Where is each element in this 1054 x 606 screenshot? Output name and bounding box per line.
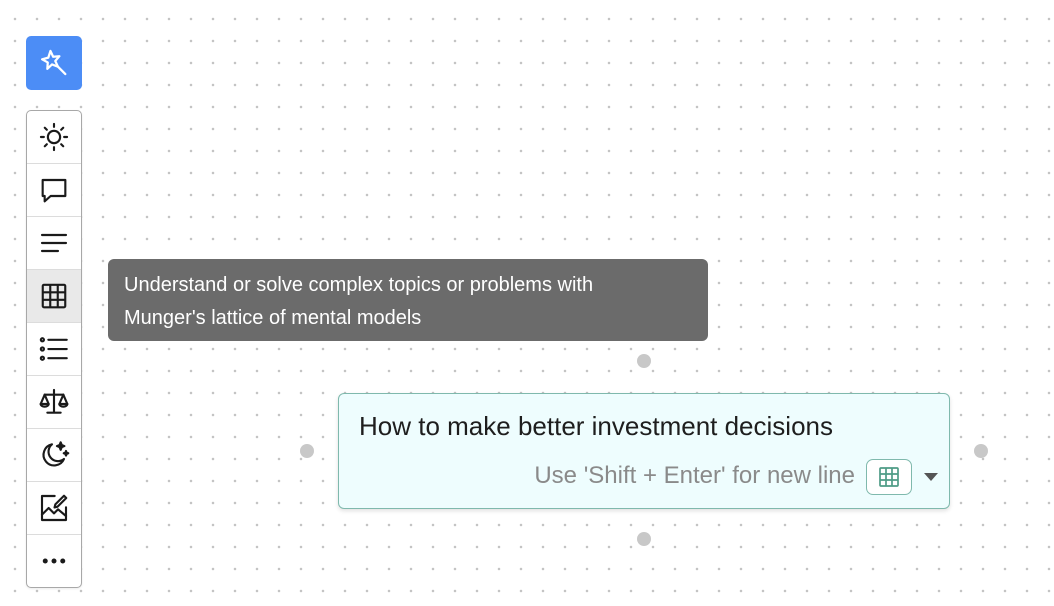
tool-text[interactable] bbox=[27, 217, 81, 270]
bullet-list-icon bbox=[39, 337, 68, 361]
side-toolbar bbox=[26, 110, 82, 588]
node-connect-handle-top[interactable] bbox=[637, 354, 651, 368]
text-lines-icon bbox=[40, 233, 68, 253]
balance-scale-icon bbox=[39, 388, 69, 414]
canvas[interactable]: Understand or solve complex topics or pr… bbox=[0, 0, 1054, 606]
node-connect-handle-left[interactable] bbox=[300, 444, 314, 458]
tool-grid[interactable] bbox=[27, 270, 81, 323]
tool-sun[interactable] bbox=[27, 111, 81, 164]
ai-assistant-button[interactable] bbox=[26, 36, 82, 90]
grid-icon bbox=[879, 467, 899, 487]
moon-stars-icon bbox=[42, 441, 70, 467]
node-connect-handle-bottom[interactable] bbox=[637, 532, 651, 546]
tool-image[interactable] bbox=[27, 482, 81, 535]
tool-dream[interactable] bbox=[27, 429, 81, 482]
mental-models-mode-button[interactable] bbox=[866, 459, 912, 495]
node-connect-handle-right[interactable] bbox=[974, 444, 988, 458]
tool-more[interactable] bbox=[27, 535, 81, 587]
image-edit-icon bbox=[40, 494, 68, 522]
sun-icon bbox=[39, 122, 69, 152]
newline-hint: Use 'Shift + Enter' for new line bbox=[534, 462, 855, 489]
tool-chat[interactable] bbox=[27, 164, 81, 217]
tool-tooltip: Understand or solve complex topics or pr… bbox=[108, 259, 708, 341]
magic-wand-icon bbox=[40, 49, 67, 76]
mode-dropdown-button[interactable] bbox=[921, 468, 941, 486]
tooltip-line-2: Munger's lattice of mental models bbox=[124, 307, 422, 329]
tool-compare[interactable] bbox=[27, 376, 81, 429]
grid-icon bbox=[41, 283, 67, 309]
topic-node[interactable]: How to make better investment decisions … bbox=[338, 393, 950, 509]
chat-bubble-icon bbox=[41, 178, 67, 203]
tooltip-line-1: Understand or solve complex topics or pr… bbox=[124, 274, 594, 296]
topic-input[interactable]: How to make better investment decisions bbox=[359, 411, 833, 442]
more-icon bbox=[42, 558, 66, 564]
tool-list[interactable] bbox=[27, 323, 81, 376]
caret-down-icon bbox=[924, 473, 938, 481]
